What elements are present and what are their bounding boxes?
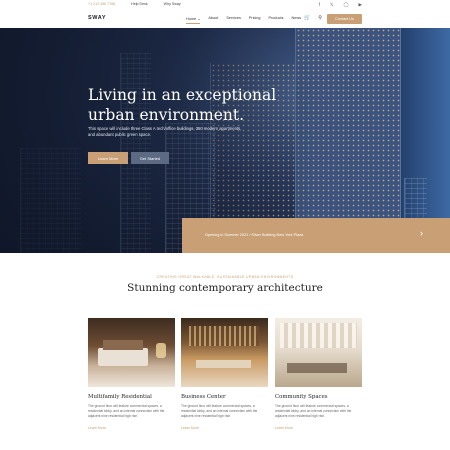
feature-card: Business Center The ground floor will fe…	[181, 318, 268, 430]
nav-item-home[interactable]: Home ⌄	[186, 16, 201, 24]
lobby-image	[181, 318, 268, 387]
nav-item-about[interactable]: About	[208, 16, 218, 21]
nav-icons: 🛒 ⚲	[304, 15, 322, 21]
opening-banner-text: Opening in Summer 2021 / Silver Building…	[205, 233, 304, 237]
dining-room-image	[275, 318, 362, 387]
search-icon[interactable]: ⚲	[318, 15, 322, 21]
chevron-right-icon[interactable]: ›	[420, 228, 423, 238]
instagram-icon[interactable]: ◯	[343, 2, 348, 8]
card-title: Multifamily Residential	[88, 394, 152, 400]
card-learn-more-link[interactable]: Learn More	[88, 426, 175, 430]
nav-item-pricing[interactable]: Pricing	[249, 16, 261, 21]
bedroom-image	[88, 318, 175, 387]
nav-menu: Home ⌄ About Services Pricing Products N…	[186, 16, 301, 24]
nav-item-news[interactable]: News	[291, 16, 301, 21]
why-sway-link[interactable]: Why Sway	[164, 2, 181, 6]
card-learn-more-link[interactable]: Learn More	[275, 426, 362, 430]
card-learn-more-link[interactable]: Learn More	[181, 426, 268, 430]
feature-card: Multifamily Residential The ground floor…	[88, 318, 175, 430]
section-title: Stunning contemporary architecture	[127, 282, 323, 294]
youtube-icon[interactable]: ▶	[359, 2, 362, 8]
card-text: The ground floor will feature commercial…	[88, 404, 165, 418]
top-links: +1 212 456 7788 Help Desk Why Sway	[88, 2, 181, 6]
card-title: Business Center	[181, 394, 226, 400]
section-eyebrow: CREATING GREAT WALKABLE, SUSTAINABLE URB…	[156, 275, 294, 279]
card-title: Community Spaces	[275, 394, 328, 400]
card-text: The ground floor will feature commercial…	[275, 404, 352, 418]
phone-link[interactable]: +1 212 456 7788	[88, 2, 115, 6]
main-nav: SWAY Home ⌄ About Services Pricing Produ…	[0, 10, 450, 28]
learn-more-button[interactable]: Learn More	[88, 152, 128, 164]
contact-us-button[interactable]: Contact Us	[327, 13, 362, 24]
facebook-icon[interactable]: f	[319, 2, 320, 8]
logo[interactable]: SWAY	[88, 15, 106, 21]
feature-card: Community Spaces The ground floor will f…	[275, 318, 362, 430]
get-started-button[interactable]: Get Started	[131, 152, 169, 164]
hero-section: Living in an exceptional urban environme…	[0, 28, 450, 253]
help-desk-link[interactable]: Help Desk	[131, 2, 148, 6]
social-links: f 𝕏 ◯ ▶	[319, 2, 362, 8]
nav-item-services[interactable]: Services	[226, 16, 241, 21]
twitter-icon[interactable]: 𝕏	[330, 2, 334, 8]
hero-title: Living in an exceptional urban environme…	[88, 86, 277, 124]
nav-item-products[interactable]: Products	[269, 16, 284, 21]
hero-description: This space will include three Class A te…	[88, 126, 242, 137]
card-text: The ground floor will feature commercial…	[181, 404, 258, 418]
cart-icon[interactable]: 🛒	[304, 15, 310, 21]
